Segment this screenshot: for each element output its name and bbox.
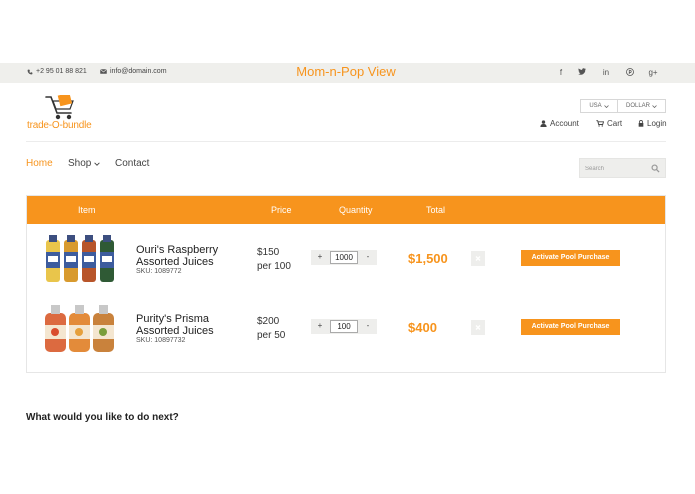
login-link[interactable]: Login [638, 119, 667, 128]
logo-text: trade-O-bundle [27, 120, 92, 131]
product-name[interactable]: Purity's Prisma Assorted Juices [136, 313, 246, 337]
activate-pool-purchase-button[interactable]: Activate Pool Purchase [521, 250, 620, 266]
account-label: Account [550, 119, 579, 128]
qty-minus-button[interactable]: - [359, 250, 377, 265]
nav-contact[interactable]: Contact [115, 158, 149, 169]
table-row: Purity's Prisma Assorted Juices SKU: 108… [27, 299, 665, 361]
linkedin-icon[interactable]: in [599, 68, 613, 77]
row-total: $1,500 [408, 251, 448, 266]
cart-table: Item Price Quantity Total Ouri's Raspber… [26, 195, 666, 373]
header-price: Price [271, 205, 292, 215]
login-label: Login [647, 119, 667, 128]
account-link[interactable]: Account [540, 119, 579, 128]
qty-minus-button[interactable]: - [359, 319, 377, 334]
product-name[interactable]: Ouri's Raspberry Assorted Juices [136, 244, 246, 268]
activate-pool-purchase-button[interactable]: Activate Pool Purchase [521, 319, 620, 335]
google-plus-icon[interactable]: g+ [646, 68, 660, 77]
search-input[interactable] [585, 164, 651, 173]
cart-icon [596, 120, 604, 127]
product-sku: SKU: 10897732 [136, 337, 186, 344]
remove-button[interactable] [471, 320, 485, 335]
country-selector[interactable]: USA [580, 99, 618, 113]
header-total: Total [426, 205, 446, 215]
table-row: Ouri's Raspberry Assorted Juices SKU: 10… [27, 230, 665, 292]
chevron-down-icon [94, 161, 101, 166]
twitter-icon[interactable] [575, 68, 589, 77]
country-value: USA [589, 103, 602, 109]
product-sku: SKU: 1089772 [136, 268, 182, 275]
nav-home-label: Home [26, 158, 53, 169]
close-icon [475, 325, 481, 330]
quantity-stepper: + 100 - [311, 319, 377, 334]
quantity-stepper: + 1000 - [311, 250, 377, 265]
cart-header: Item Price Quantity Total [27, 196, 665, 224]
product-price: $150 per 100 [257, 247, 291, 272]
header-divider [26, 141, 666, 142]
header-quantity: Quantity [339, 205, 373, 215]
cart-label: Cart [607, 119, 623, 128]
qty-input[interactable]: 100 [330, 320, 358, 333]
nav-shop-label: Shop [68, 158, 92, 169]
currency-value: DOLLAR [625, 103, 650, 109]
nav-home[interactable]: Home [26, 158, 53, 169]
qty-plus-button[interactable]: + [311, 319, 329, 334]
user-icon [540, 120, 547, 127]
product-price: $200 per 50 [257, 316, 286, 341]
currency-selector[interactable]: DOLLAR [617, 99, 666, 113]
next-steps-heading: What would you like to do next? [26, 412, 179, 423]
chevron-down-icon [652, 104, 657, 108]
header-item: Item [78, 205, 96, 215]
chevron-down-icon [603, 104, 609, 108]
close-icon [475, 256, 481, 261]
product-image [45, 305, 114, 352]
lock-icon [638, 120, 644, 127]
qty-plus-button[interactable]: + [311, 250, 329, 265]
product-image [46, 235, 114, 282]
nav-shop[interactable]: Shop [68, 158, 101, 169]
search-box [579, 158, 666, 178]
remove-button[interactable] [471, 251, 485, 266]
qty-input[interactable]: 1000 [330, 251, 358, 264]
cart-link[interactable]: Cart [596, 119, 622, 128]
row-total: $400 [408, 320, 437, 335]
nav-contact-label: Contact [115, 158, 150, 169]
top-bar: +2 95 01 88 821 info@domain.com Mom-n-Po… [0, 63, 695, 83]
search-icon[interactable] [651, 164, 660, 173]
facebook-icon[interactable]: f [554, 68, 568, 77]
pinterest-icon[interactable] [623, 68, 637, 78]
